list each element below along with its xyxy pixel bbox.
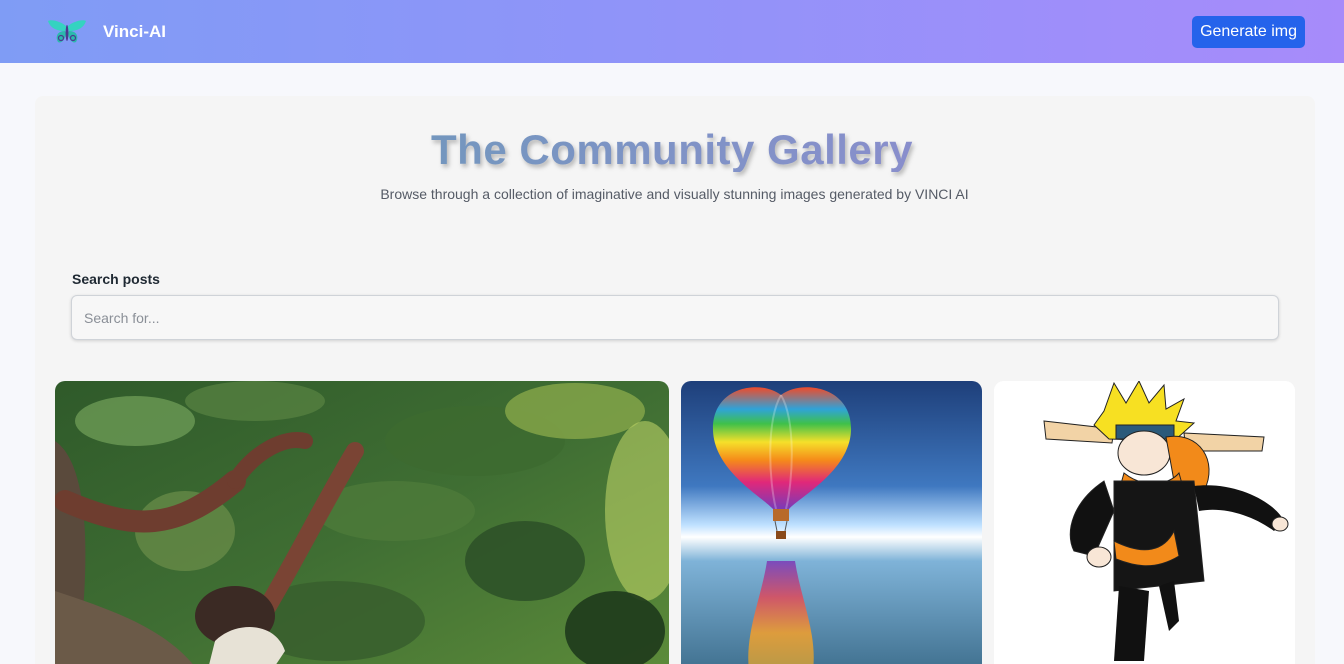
hot-air-balloon-image	[681, 381, 982, 664]
boy-climbing-tree-image	[55, 381, 669, 664]
brand-name: Vinci-AI	[103, 21, 166, 41]
search-input[interactable]	[71, 295, 1279, 340]
gallery-card-anime-ninja[interactable]	[994, 381, 1295, 664]
brand[interactable]: Vinci-AI	[47, 19, 166, 45]
generate-image-button[interactable]: Generate img	[1192, 15, 1305, 48]
top-navbar: Vinci-AI Generate img	[0, 0, 1344, 63]
butterfly-icon	[48, 19, 86, 42]
gallery-card-hot-air-balloon[interactable]	[681, 381, 982, 664]
search-label: Search posts	[72, 271, 160, 287]
gallery-card-boy-climbing-tree[interactable]	[55, 381, 669, 664]
anime-ninja-image	[994, 381, 1295, 664]
page-subtitle: Browse through a collection of imaginati…	[380, 186, 969, 202]
page-title: The Community Gallery	[0, 128, 1344, 172]
